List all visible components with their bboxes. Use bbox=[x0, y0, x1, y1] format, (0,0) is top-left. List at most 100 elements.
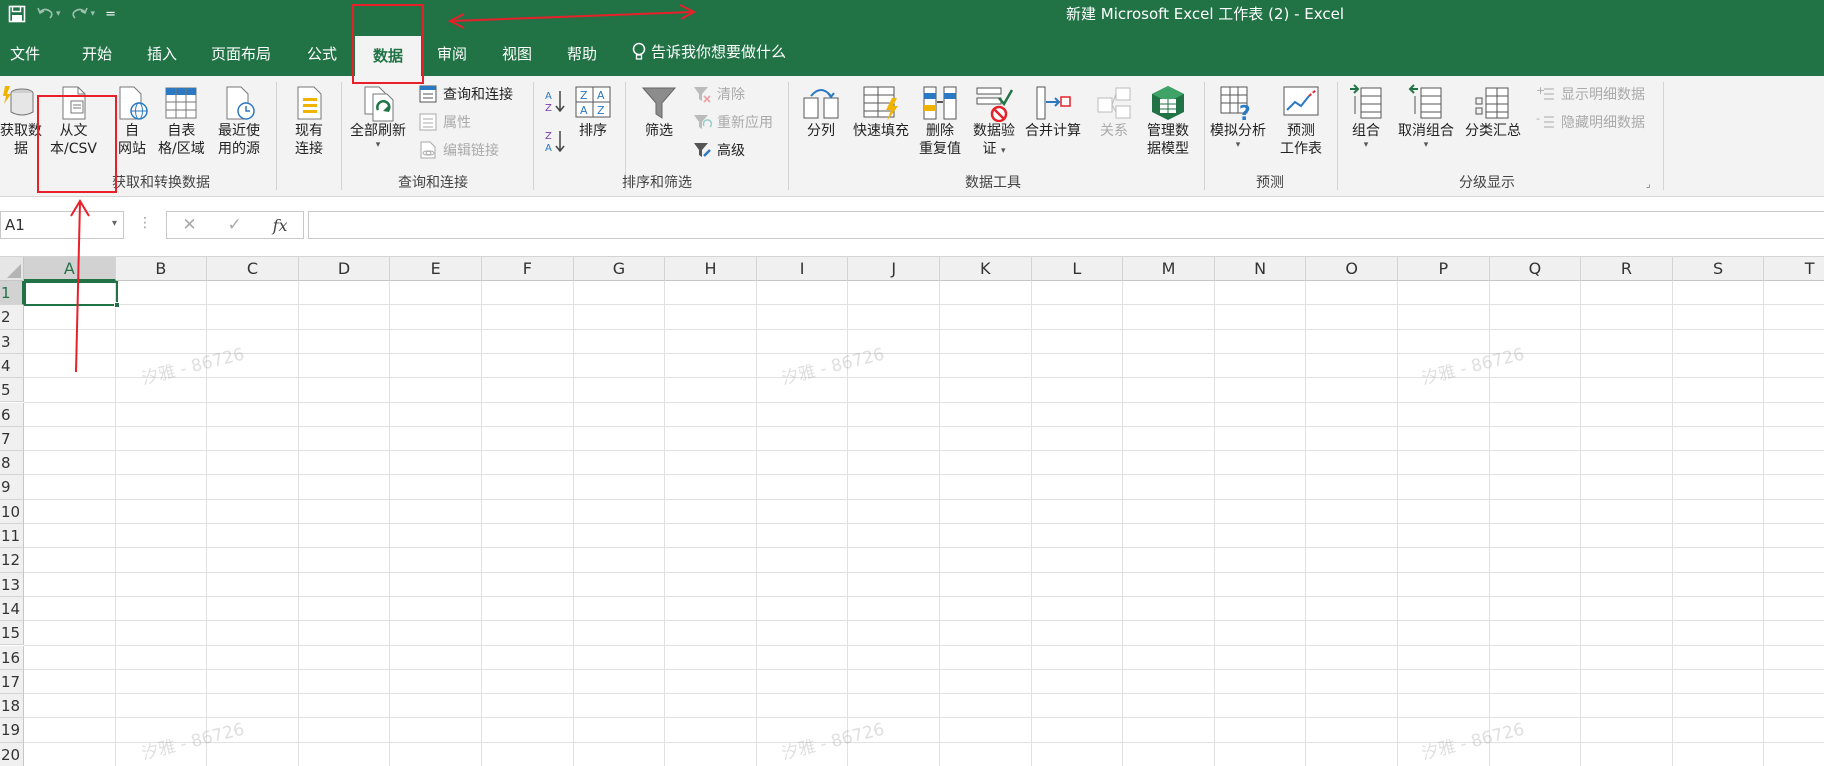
column-header[interactable]: I bbox=[756, 257, 849, 281]
column-header[interactable]: M bbox=[1123, 257, 1215, 281]
flash-fill-button[interactable]: 快速填充 bbox=[853, 84, 909, 140]
text-to-columns-button[interactable]: 分列 bbox=[802, 84, 840, 140]
tab-view[interactable]: 视图 bbox=[502, 28, 532, 76]
column-header[interactable]: D bbox=[298, 257, 391, 281]
undo-button[interactable]: ▾ bbox=[36, 6, 61, 22]
column-header[interactable]: O bbox=[1306, 257, 1398, 281]
relationships-button[interactable]: 关系 bbox=[1095, 84, 1133, 140]
fill-handle[interactable] bbox=[114, 302, 120, 308]
column-header[interactable]: H bbox=[665, 257, 757, 281]
active-cell-a1[interactable] bbox=[24, 281, 120, 308]
column-header[interactable]: L bbox=[1031, 257, 1124, 281]
edit-links-button[interactable]: 编辑链接 bbox=[418, 140, 499, 160]
advanced-filter-button[interactable]: 高级 bbox=[692, 140, 745, 160]
column-header[interactable]: S bbox=[1672, 257, 1765, 281]
reapply-filter-button[interactable]: 重新应用 bbox=[692, 112, 773, 132]
formula-bar-grip-icon[interactable]: ⋮ bbox=[138, 215, 152, 231]
tell-me-search[interactable]: 告诉我你想要做什么 bbox=[631, 28, 786, 76]
column-header[interactable]: P bbox=[1398, 257, 1490, 281]
insert-function-icon[interactable]: fx bbox=[273, 216, 288, 235]
row-header[interactable]: 16 bbox=[0, 645, 24, 670]
column-header[interactable]: Q bbox=[1489, 257, 1582, 281]
row-header[interactable]: 6 bbox=[0, 402, 24, 427]
manage-data-model-button[interactable]: 管理数 据模型 bbox=[1147, 84, 1189, 158]
column-header[interactable]: E bbox=[390, 257, 482, 281]
row-header[interactable]: 15 bbox=[0, 621, 24, 646]
tab-formulas[interactable]: 公式 bbox=[307, 28, 337, 76]
row-header[interactable]: 13 bbox=[0, 572, 24, 597]
row-header[interactable]: 9 bbox=[0, 475, 24, 500]
column-header[interactable]: G bbox=[573, 257, 666, 281]
sort-button[interactable]: ZAAZ 排序 bbox=[574, 84, 612, 140]
data-validation-button[interactable]: 数据验 证 ▾ bbox=[973, 84, 1015, 158]
sort-descending-button[interactable]: ZA bbox=[544, 128, 566, 154]
ungroup-button[interactable]: 取消组合 ▾ bbox=[1398, 84, 1454, 150]
queries-pane-icon bbox=[419, 85, 437, 103]
row-header[interactable]: 8 bbox=[0, 451, 24, 476]
select-all-button[interactable] bbox=[0, 257, 24, 281]
column-header[interactable]: T bbox=[1764, 257, 1824, 281]
name-box[interactable]: A1 ▾ bbox=[0, 211, 124, 239]
worksheet-grid[interactable]: A B C D E F G H I J K L M N O P Q R S T 1 2 3 4 5 6 7 8 9 10 11 12 13 14 1… bbox=[0, 257, 1824, 766]
tab-help[interactable]: 帮助 bbox=[567, 28, 597, 76]
subtotal-button[interactable]: 分类汇总 bbox=[1465, 84, 1521, 140]
remove-duplicates-button[interactable]: 删除 重复值 bbox=[919, 84, 961, 158]
tab-page-layout[interactable]: 页面布局 bbox=[211, 28, 271, 76]
row-header[interactable]: 10 bbox=[0, 499, 24, 524]
group-button[interactable]: 组合 ▾ bbox=[1347, 84, 1385, 150]
save-button[interactable] bbox=[8, 5, 26, 23]
from-web-button[interactable]: 自 网站 bbox=[113, 84, 151, 158]
dialog-launcher-icon[interactable]: ⌟ bbox=[1646, 179, 1651, 190]
clear-filter-label: 清除 bbox=[717, 87, 745, 103]
row-header[interactable]: 18 bbox=[0, 694, 24, 719]
formula-input[interactable] bbox=[308, 211, 1824, 239]
queries-connections-button[interactable]: 查询和连接 bbox=[418, 84, 513, 104]
clear-filter-button[interactable]: 清除 bbox=[692, 84, 745, 104]
tab-insert[interactable]: 插入 bbox=[147, 28, 177, 76]
row-header[interactable]: 1 bbox=[0, 281, 24, 306]
tab-file[interactable]: 文件 bbox=[10, 28, 40, 76]
row-header[interactable]: 12 bbox=[0, 548, 24, 573]
row-header[interactable]: 17 bbox=[0, 669, 24, 695]
row-header[interactable]: 19 bbox=[0, 718, 24, 743]
tab-home[interactable]: 开始 bbox=[82, 28, 112, 76]
sort-ascending-button[interactable]: AZ bbox=[544, 88, 566, 114]
row-header[interactable]: 20 bbox=[0, 742, 24, 766]
svg-text:A: A bbox=[545, 143, 552, 154]
column-header[interactable]: J bbox=[848, 257, 940, 281]
name-box-dropdown-icon[interactable]: ▾ bbox=[112, 218, 117, 229]
redo-button[interactable]: ▾ bbox=[71, 6, 95, 22]
row-header[interactable]: 4 bbox=[0, 353, 24, 379]
filter-button[interactable]: 筛选 bbox=[640, 84, 678, 140]
column-header[interactable]: B bbox=[115, 257, 208, 281]
row-header[interactable]: 2 bbox=[0, 305, 24, 330]
row-header[interactable]: 7 bbox=[0, 426, 24, 452]
column-header[interactable]: R bbox=[1581, 257, 1673, 281]
cancel-icon[interactable]: ✕ bbox=[182, 215, 196, 235]
what-if-analysis-button[interactable]: ? 模拟分析 ▾ bbox=[1210, 84, 1266, 150]
column-header[interactable]: A bbox=[24, 257, 116, 281]
refresh-all-button[interactable]: 全部刷新 ▾ bbox=[350, 84, 406, 150]
column-header[interactable]: C bbox=[207, 257, 299, 281]
customize-qat-button[interactable]: = bbox=[105, 7, 116, 22]
consolidate-button[interactable]: 合并计算 bbox=[1025, 84, 1081, 140]
show-detail-button[interactable]: + 显示明细数据 bbox=[1536, 84, 1645, 104]
column-header[interactable]: N bbox=[1214, 257, 1307, 281]
get-data-button[interactable]: 获取数 据 bbox=[0, 84, 42, 158]
row-header[interactable]: 11 bbox=[0, 524, 24, 549]
properties-button[interactable]: 属性 bbox=[418, 112, 471, 132]
hide-detail-button[interactable]: - 隐藏明细数据 bbox=[1536, 112, 1645, 132]
column-header[interactable]: F bbox=[482, 257, 574, 281]
row-header[interactable]: 3 bbox=[0, 329, 24, 354]
row-header[interactable]: 5 bbox=[0, 378, 24, 403]
existing-connections-button[interactable]: 现有 连接 bbox=[290, 84, 328, 158]
tab-review[interactable]: 审阅 bbox=[437, 28, 467, 76]
ribbon-tabs: 文件 开始 插入 页面布局 公式 数据 审阅 视图 帮助 告诉我你想要做什么 bbox=[0, 28, 1824, 76]
text-to-columns-icon bbox=[803, 89, 839, 119]
forecast-sheet-button[interactable]: 预测 工作表 bbox=[1280, 84, 1322, 158]
recent-sources-button[interactable]: 最近使 用的源 bbox=[218, 84, 260, 158]
row-header[interactable]: 14 bbox=[0, 596, 24, 622]
enter-icon[interactable]: ✓ bbox=[228, 215, 242, 235]
column-header[interactable]: K bbox=[940, 257, 1032, 281]
from-table-range-button[interactable]: 自表 格/区域 bbox=[158, 84, 205, 158]
